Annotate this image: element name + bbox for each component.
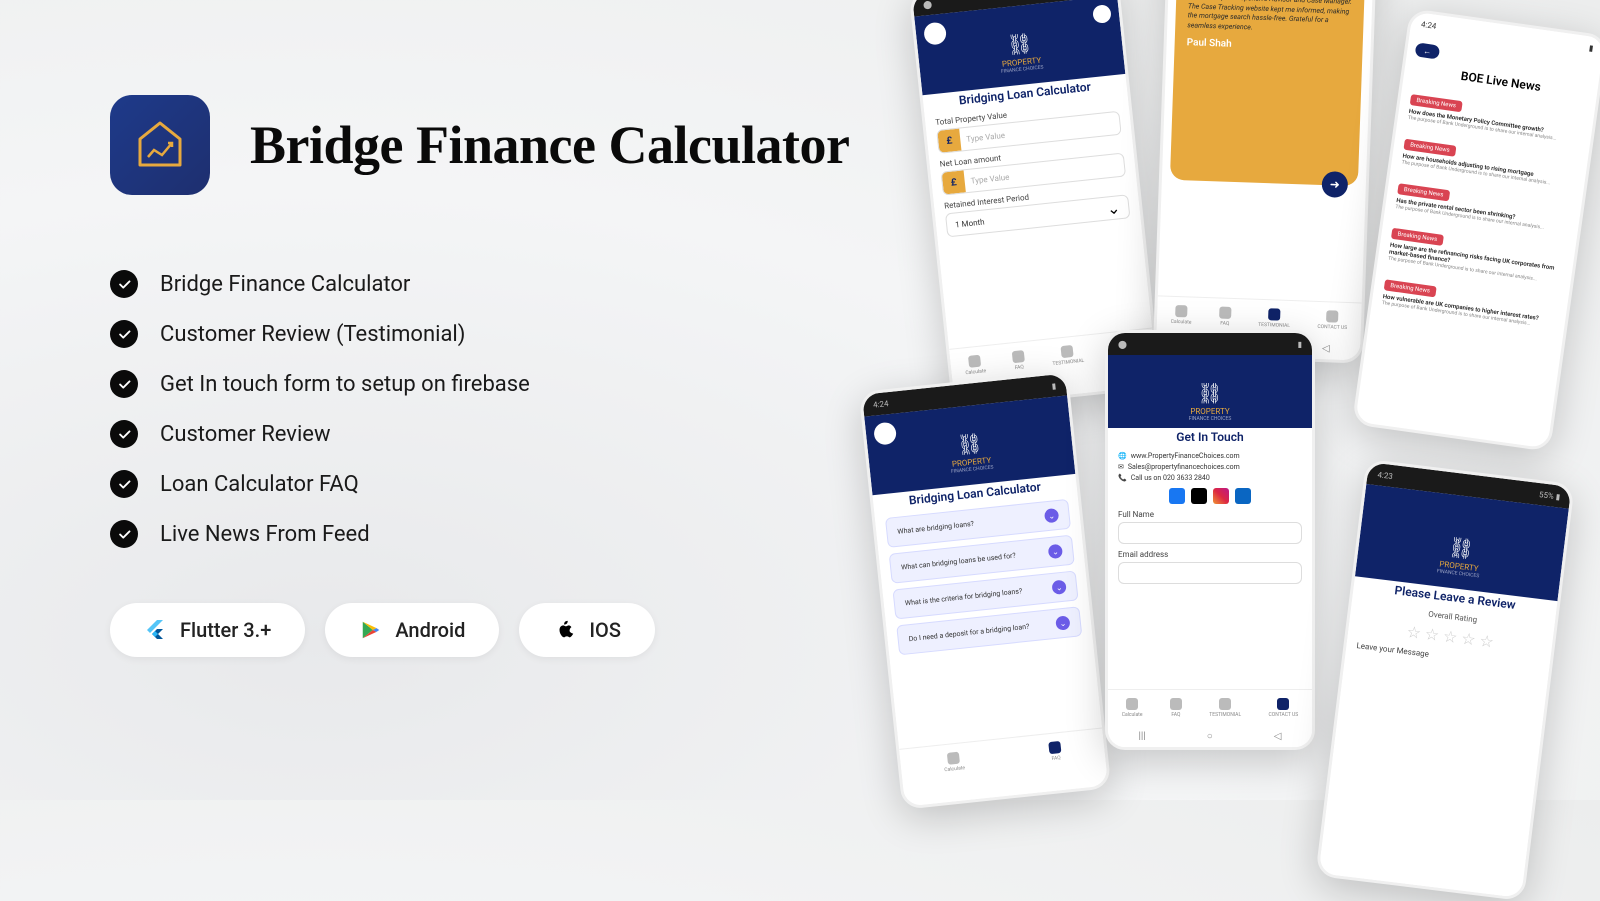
- check-icon: [110, 420, 138, 448]
- currency-prefix: £: [942, 170, 966, 194]
- menu-icon[interactable]: ☰: [923, 21, 947, 45]
- nav-contact[interactable]: CONTACT US: [1269, 698, 1299, 718]
- field-label: Full Name: [1118, 510, 1302, 519]
- nav-calculate[interactable]: Calculate: [964, 354, 987, 376]
- star-icon: ☆: [1478, 631, 1495, 652]
- list-item: Live News From Feed: [110, 520, 960, 548]
- placeholder: Type Value: [960, 130, 1006, 144]
- list-item: Customer Review (Testimonial): [110, 320, 960, 348]
- apple-icon: [553, 618, 577, 642]
- phone-testimonial: ⬤56% ▮ Impressed with both the excellent…: [1153, 0, 1378, 364]
- badge-label: IOS: [589, 618, 621, 642]
- flag-icon[interactable]: [1092, 4, 1112, 24]
- nav-faq[interactable]: FAQ: [1219, 306, 1232, 326]
- star-icon: ☆: [1406, 622, 1423, 643]
- status-bar: ⬤▮: [1108, 333, 1312, 355]
- star-icon: ☆: [1424, 624, 1441, 645]
- feature-list: Bridge Finance Calculator Customer Revie…: [110, 270, 960, 548]
- badge-flutter: Flutter 3.+: [110, 603, 305, 657]
- list-item: Loan Calculator FAQ: [110, 470, 960, 498]
- currency-prefix: £: [937, 129, 961, 153]
- phone-faq: 4:24▮ ☰ ⛓ PROPERTY FINANCE CHOICES Bridg…: [859, 370, 1112, 810]
- testimonial-quote: Impressed with both the excellent Qualit…: [1187, 0, 1353, 37]
- nav-calculate[interactable]: Calculate: [943, 751, 966, 773]
- logo-icon: ⛓: [1197, 381, 1222, 405]
- nav-testimonial[interactable]: TESTIMONIAL: [1209, 698, 1241, 718]
- nav-testimonial[interactable]: TESTIMONIAL: [1258, 307, 1291, 328]
- logo-icon: ⛓: [1447, 535, 1475, 562]
- flutter-icon: [144, 618, 168, 642]
- check-icon: [110, 320, 138, 348]
- linkedin-icon[interactable]: [1235, 488, 1251, 504]
- brand-name: PROPERTY: [1190, 407, 1229, 416]
- page-title: Bridge Finance Calculator: [250, 114, 849, 176]
- name-input[interactable]: [1118, 522, 1302, 544]
- x-icon[interactable]: [1191, 488, 1207, 504]
- phone-news: 4:24▮ ← BOE Live News Breaking NewsHow d…: [1352, 8, 1600, 452]
- testimonial-author: Paul Shah: [1187, 37, 1351, 54]
- chevron-down-icon: ⌄: [1044, 508, 1059, 523]
- badge-label: Android: [395, 618, 465, 642]
- app-icon: [110, 95, 210, 195]
- facebook-icon[interactable]: [1169, 488, 1185, 504]
- chevron-down-icon: ⌄: [1106, 198, 1121, 218]
- contact-web[interactable]: 🌐 www.PropertyFinanceChoices.com: [1118, 452, 1302, 460]
- brand-sub: FINANCE CHOICES: [1189, 416, 1232, 422]
- logo-icon: ⛓: [956, 431, 984, 458]
- list-item: Get In touch form to setup on firebase: [110, 370, 960, 398]
- check-icon: [110, 520, 138, 548]
- list-item: Customer Review: [110, 420, 960, 448]
- list-item: Bridge Finance Calculator: [110, 270, 960, 298]
- badge-label: Flutter 3.+: [180, 618, 271, 642]
- nav-contact[interactable]: CONTACT US: [1317, 309, 1347, 330]
- next-button[interactable]: ➜: [1321, 171, 1348, 198]
- badge-android: Android: [325, 603, 499, 657]
- nav-calculate[interactable]: Calculate: [1171, 304, 1192, 325]
- badge-ios: IOS: [519, 603, 655, 657]
- screen-title: Get In Touch: [1118, 430, 1302, 444]
- instagram-icon[interactable]: [1213, 488, 1229, 504]
- menu-icon[interactable]: ☰: [873, 421, 897, 445]
- email-input[interactable]: [1118, 562, 1302, 584]
- chevron-down-icon: ⌄: [1055, 615, 1070, 630]
- star-icon: ☆: [1442, 627, 1459, 648]
- nav-calculate[interactable]: Calculate: [1122, 698, 1143, 718]
- nav-faq[interactable]: FAQ: [1012, 350, 1026, 371]
- chevron-down-icon: ⌄: [1048, 544, 1063, 559]
- chevron-down-icon: ⌄: [1051, 580, 1066, 595]
- nav-testimonial[interactable]: TESTIMONIAL: [1051, 343, 1085, 366]
- play-icon: [359, 618, 383, 642]
- phone-contact: ⬤▮ ⛓ PROPERTY FINANCE CHOICES Get In Tou…: [1105, 330, 1315, 750]
- check-icon: [110, 270, 138, 298]
- logo-icon: ⛓: [1006, 31, 1034, 58]
- contact-phone[interactable]: 📞 Call us on 020 3633 2840: [1118, 474, 1302, 482]
- nav-faq[interactable]: FAQ: [1170, 698, 1182, 718]
- contact-email[interactable]: ✉ Sales@propertyfinancechoices.com: [1118, 463, 1302, 471]
- nav-faq[interactable]: FAQ: [1048, 740, 1062, 761]
- placeholder: Type Value: [964, 172, 1010, 186]
- select-value: 1 Month: [955, 217, 985, 229]
- check-icon: [110, 370, 138, 398]
- system-nav: |||○◁: [1108, 725, 1312, 747]
- star-icon: ☆: [1460, 629, 1477, 650]
- phone-review: 4:2355% ▮ ← ⛓ PROPERTY FINANCE CHOICES P…: [1315, 459, 1575, 901]
- check-icon: [110, 470, 138, 498]
- field-label: Email address: [1118, 550, 1302, 559]
